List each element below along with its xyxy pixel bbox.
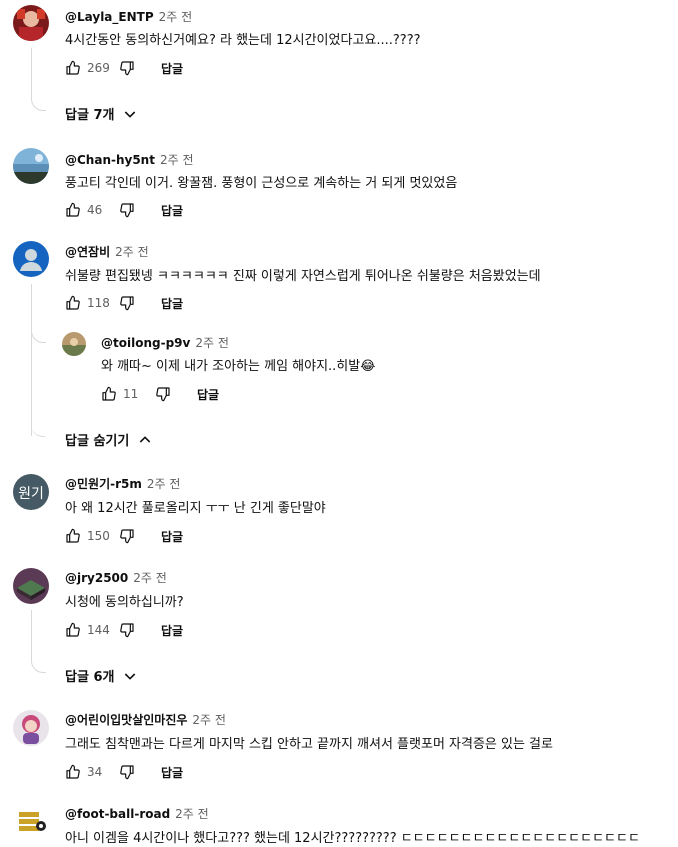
like-count: 269 <box>87 61 110 75</box>
replies-toggle-label: 답글 6개 <box>65 670 115 685</box>
comment-actions: 118 답글 <box>63 293 183 313</box>
chevron-down-icon <box>122 106 138 122</box>
like-count: 150 <box>87 529 110 543</box>
comment-actions: 269 답글 <box>63 58 183 78</box>
comment-actions: 144 답글 <box>63 620 183 640</box>
like-count: 144 <box>87 623 110 637</box>
thumbs-up-icon[interactable] <box>63 200 83 220</box>
thread-line <box>31 610 46 673</box>
comment-actions: 150 답글 <box>63 526 183 546</box>
comment-actions: 46 답글 <box>63 200 183 220</box>
author-handle[interactable]: @민원기-r5m <box>65 477 142 491</box>
avatar[interactable]: 원기 <box>13 474 49 510</box>
reply-button[interactable]: 답글 <box>161 622 183 639</box>
thread-line <box>31 300 46 343</box>
comment-time[interactable]: 2주 전 <box>160 153 194 167</box>
comment-text: 풍고티 각인데 이거. 왕꿀잼. 풍형이 근성으로 계속하는 거 되게 멋있었음 <box>65 176 458 191</box>
comment-time[interactable]: 2주 전 <box>175 807 209 821</box>
laughing-emoji-icon: 😂 <box>360 359 376 374</box>
thumbs-down-icon[interactable] <box>117 762 137 782</box>
thumbs-up-icon[interactable] <box>63 526 83 546</box>
like-count: 11 <box>123 387 139 401</box>
comment-author[interactable]: @toilong-p9v 2주 전 <box>101 334 229 351</box>
comment-author[interactable]: @연잠비 2주 전 <box>65 243 149 260</box>
comment-time[interactable]: 2주 전 <box>195 336 229 350</box>
chevron-down-icon <box>122 668 138 684</box>
thumbs-down-icon[interactable] <box>117 58 137 78</box>
comment-author[interactable]: @jry2500 2주 전 <box>65 569 167 586</box>
avatar[interactable] <box>13 241 49 277</box>
author-handle[interactable]: @jry2500 <box>65 571 128 585</box>
comment-text: 4시간동안 동의하신거예요? 라 했는데 12시간이었다고요....???? <box>65 33 421 48</box>
replies-toggle-label: 답글 숨기기 <box>65 434 130 449</box>
thumbs-down-icon[interactable] <box>117 526 137 546</box>
comment-time[interactable]: 2주 전 <box>115 245 149 259</box>
thumbs-down-icon[interactable] <box>117 293 137 313</box>
author-handle[interactable]: @toilong-p9v <box>101 336 190 350</box>
chevron-up-icon <box>137 432 153 448</box>
avatar[interactable] <box>13 568 49 604</box>
comment-text: 쉬불량 편집됐넹 ㅋㅋㅋㅋㅋㅋ 진짜 이렇게 자연스럽게 튀어나온 쉬불량은 처… <box>65 269 541 284</box>
hide-replies-button[interactable]: 답글 숨기기 <box>65 430 153 449</box>
avatar[interactable] <box>13 804 49 840</box>
comment-author[interactable]: @어린이입맛살인마진우 2주 전 <box>65 711 226 728</box>
reply-button[interactable]: 답글 <box>161 295 183 312</box>
thumbs-down-icon[interactable] <box>153 384 173 404</box>
reply-button[interactable]: 답글 <box>197 386 219 403</box>
reply-text: 와 깨따~ 이제 내가 조아하는 께임 해야지..히발 <box>101 359 361 374</box>
like-count: 118 <box>87 296 110 310</box>
comment-time[interactable]: 2주 전 <box>192 713 226 727</box>
replies-toggle-label: 답글 7개 <box>65 108 115 123</box>
comment-time[interactable]: 2주 전 <box>133 571 167 585</box>
comment-text: 아니 이겜을 4시간이나 했다고??? 했는데 12시간????????? ㄷㄷ… <box>65 831 640 846</box>
comment-actions: 11 답글 <box>99 384 219 404</box>
comment-author[interactable]: @민원기-r5m 2주 전 <box>65 475 180 492</box>
comment-text: 와 깨따~ 이제 내가 조아하는 께임 해야지..히발😂 <box>101 355 375 374</box>
comment-text: 시청에 동의하십니까? <box>65 595 184 610</box>
comment-time[interactable]: 2주 전 <box>147 477 181 491</box>
comment-author[interactable]: @Layla_ENTP 2주 전 <box>65 8 192 25</box>
avatar[interactable] <box>13 710 49 746</box>
thumbs-up-icon[interactable] <box>99 384 119 404</box>
comment-text: 아 왜 12시간 풀로올리지 ㅜㅜ 난 긴게 좋단말야 <box>65 501 326 516</box>
comment-author[interactable]: @foot-ball-road 2주 전 <box>65 805 209 822</box>
like-count: 46 <box>87 203 103 217</box>
comment-author[interactable]: @Chan-hy5nt 2주 전 <box>65 151 194 168</box>
comment-actions: 34 답글 <box>63 762 183 782</box>
thumbs-up-icon[interactable] <box>63 762 83 782</box>
thumbs-up-icon[interactable] <box>63 293 83 313</box>
show-replies-button[interactable]: 답글 6개 <box>65 666 138 685</box>
reply-button[interactable]: 답글 <box>161 528 183 545</box>
thumbs-down-icon[interactable] <box>117 620 137 640</box>
comment-text: 그래도 침착맨과는 다르게 마지막 스킵 안하고 끝까지 깨셔서 플랫포머 자격… <box>65 737 553 752</box>
avatar-initials: 원기 <box>18 486 44 502</box>
thumbs-up-icon[interactable] <box>63 58 83 78</box>
reply-button[interactable]: 답글 <box>161 202 183 219</box>
thumbs-down-icon[interactable] <box>117 200 137 220</box>
author-handle[interactable]: @연잠비 <box>65 245 110 259</box>
avatar[interactable] <box>62 332 86 356</box>
thread-line <box>31 404 45 437</box>
author-handle[interactable]: @foot-ball-road <box>65 807 170 821</box>
author-handle[interactable]: @Layla_ENTP <box>65 10 154 24</box>
comment-time[interactable]: 2주 전 <box>159 10 193 24</box>
author-handle[interactable]: @어린이입맛살인마진우 <box>65 713 187 727</box>
avatar[interactable] <box>13 148 49 184</box>
thread-line <box>31 48 46 111</box>
like-count: 34 <box>87 765 103 779</box>
show-replies-button[interactable]: 답글 7개 <box>65 104 138 123</box>
author-handle[interactable]: @Chan-hy5nt <box>65 153 155 167</box>
reply-button[interactable]: 답글 <box>161 764 183 781</box>
reply-button[interactable]: 답글 <box>161 60 183 77</box>
avatar[interactable] <box>13 5 49 41</box>
thumbs-up-icon[interactable] <box>63 620 83 640</box>
